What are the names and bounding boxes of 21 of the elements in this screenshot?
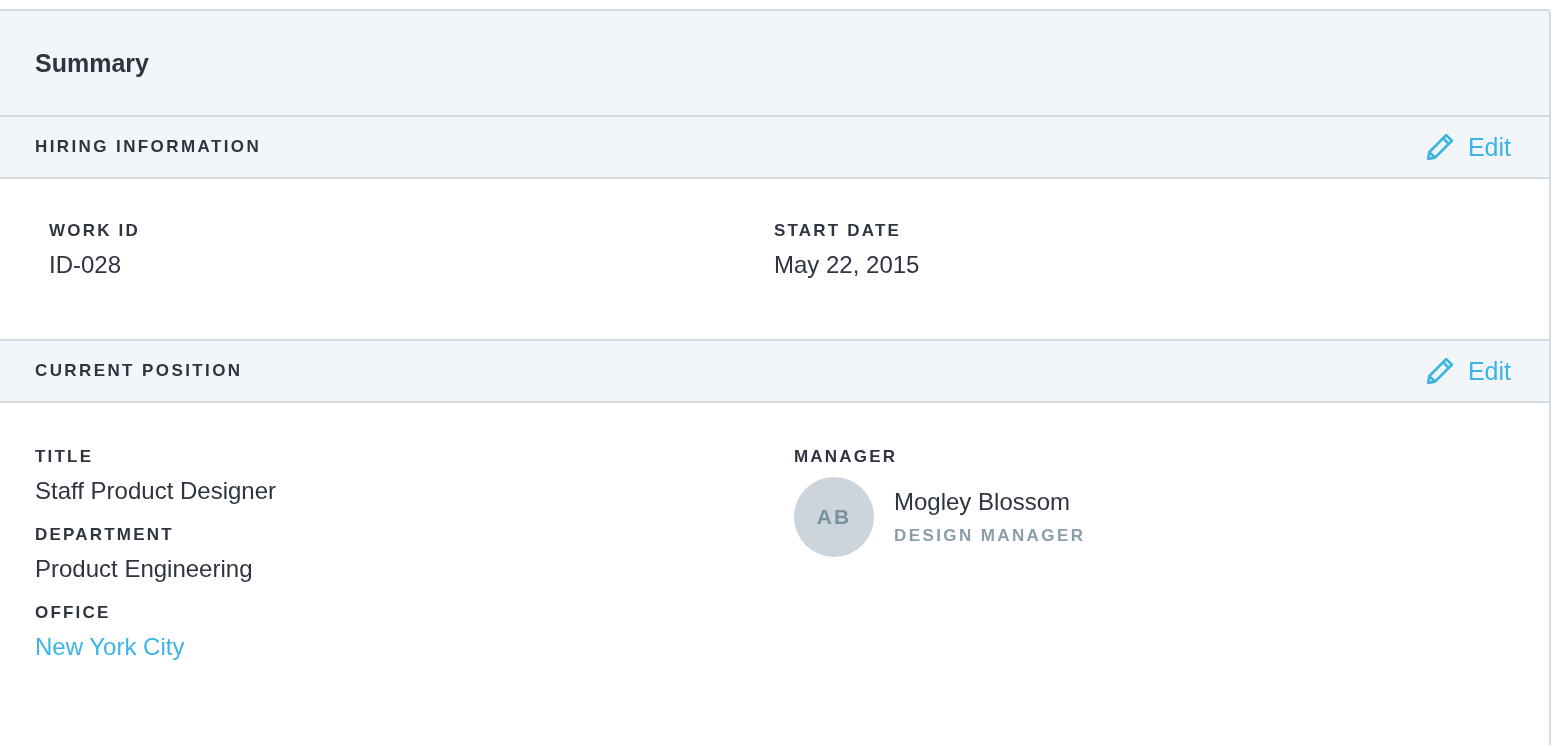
field-value: Product Engineering bbox=[35, 555, 253, 583]
section-title: HIRING INFORMATION bbox=[35, 137, 262, 157]
edit-link[interactable]: Edit bbox=[1424, 132, 1511, 162]
avatar: AB bbox=[794, 477, 874, 557]
card-title: Summary bbox=[35, 48, 149, 78]
edit-link[interactable]: Edit bbox=[1424, 356, 1511, 386]
field-label: MANAGER bbox=[794, 447, 899, 467]
field-link[interactable]: New York City bbox=[35, 633, 185, 661]
pencil-icon bbox=[1424, 356, 1455, 386]
person-role: DESIGN MANAGER bbox=[894, 526, 1086, 546]
field-value: May 22, 2015 bbox=[774, 251, 920, 279]
field-label: WORK ID bbox=[49, 221, 141, 241]
field-value: ID-028 bbox=[49, 251, 122, 279]
person-name: Mogley Blossom bbox=[894, 488, 1072, 516]
field-value: Staff Product Designer bbox=[35, 477, 277, 505]
section-title: CURRENT POSITION bbox=[35, 361, 243, 381]
field-label: TITLE bbox=[35, 447, 95, 467]
pencil-icon bbox=[1424, 132, 1455, 162]
field-label: START DATE bbox=[774, 221, 903, 241]
field-label: OFFICE bbox=[35, 603, 112, 623]
field-label: DEPARTMENT bbox=[35, 525, 175, 545]
